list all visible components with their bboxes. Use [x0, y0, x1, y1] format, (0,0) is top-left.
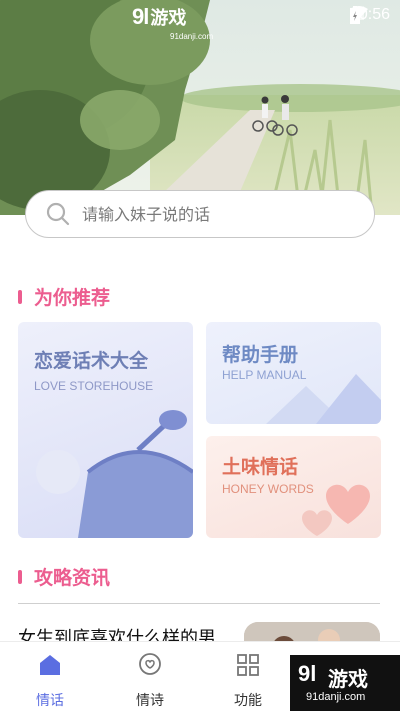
card-honey-title: 土味情话 [222, 456, 299, 478]
news-divider [18, 603, 380, 604]
watermark-domain: 91danji.com [306, 691, 366, 703]
tab-gongneng-label: 功能 [234, 693, 262, 709]
battery-icon [349, 6, 360, 24]
card-love-subtitle: LOVE STOREHOUSE [34, 379, 154, 393]
tab-qingshi[interactable]: 情诗 [120, 652, 180, 710]
news-section-title: 攻略资讯 [18, 563, 110, 590]
hero-banner: 9l 游戏 91danji.com 10:56 [0, 0, 400, 215]
card-honey-words[interactable]: 土味情话 HONEY WORDS [206, 436, 381, 538]
section-accent-bar [18, 569, 22, 584]
top-logo-name: 游戏 [150, 8, 187, 29]
search-input[interactable] [82, 204, 352, 224]
card-honey-subtitle: HONEY WORDS [222, 482, 314, 496]
card-love-storehouse[interactable]: 恋爱话术大全 LOVE STOREHOUSE [18, 322, 193, 538]
top-logo: 9l 游戏 91danji.com [132, 4, 213, 41]
status-bar: 9l 游戏 91danji.com 10:56 [0, 0, 400, 41]
watermark-logo: 9l 游戏 91danji.com [290, 655, 400, 711]
search-icon [46, 202, 70, 226]
top-logo-domain: 91danji.com [170, 32, 214, 41]
heart-chat-icon [139, 653, 161, 675]
tab-qinghua-label: 情话 [36, 693, 64, 709]
watermark-name: 游戏 [328, 667, 368, 691]
section-accent-bar [18, 289, 22, 304]
grid-icon [237, 654, 259, 676]
tab-gongneng[interactable]: 功能 [218, 652, 278, 710]
card-love-title: 恋爱话术大全 [34, 350, 149, 372]
top-logo-number: 9l [132, 4, 149, 29]
card-help-title: 帮助手册 [222, 344, 299, 366]
card-help-subtitle: HELP MANUAL [222, 368, 307, 382]
recommend-title: 为你推荐 [34, 287, 111, 309]
news-title: 攻略资讯 [34, 567, 111, 589]
recommend-section-title: 为你推荐 [18, 283, 110, 310]
tab-qinghua[interactable]: 情话 [20, 652, 80, 710]
home-icon [40, 655, 60, 675]
card-help-manual[interactable]: 帮助手册 HELP MANUAL [206, 322, 381, 424]
watermark-number: 9l [298, 661, 317, 686]
tab-qingshi-label: 情诗 [136, 693, 164, 709]
search-bar[interactable] [25, 190, 375, 238]
